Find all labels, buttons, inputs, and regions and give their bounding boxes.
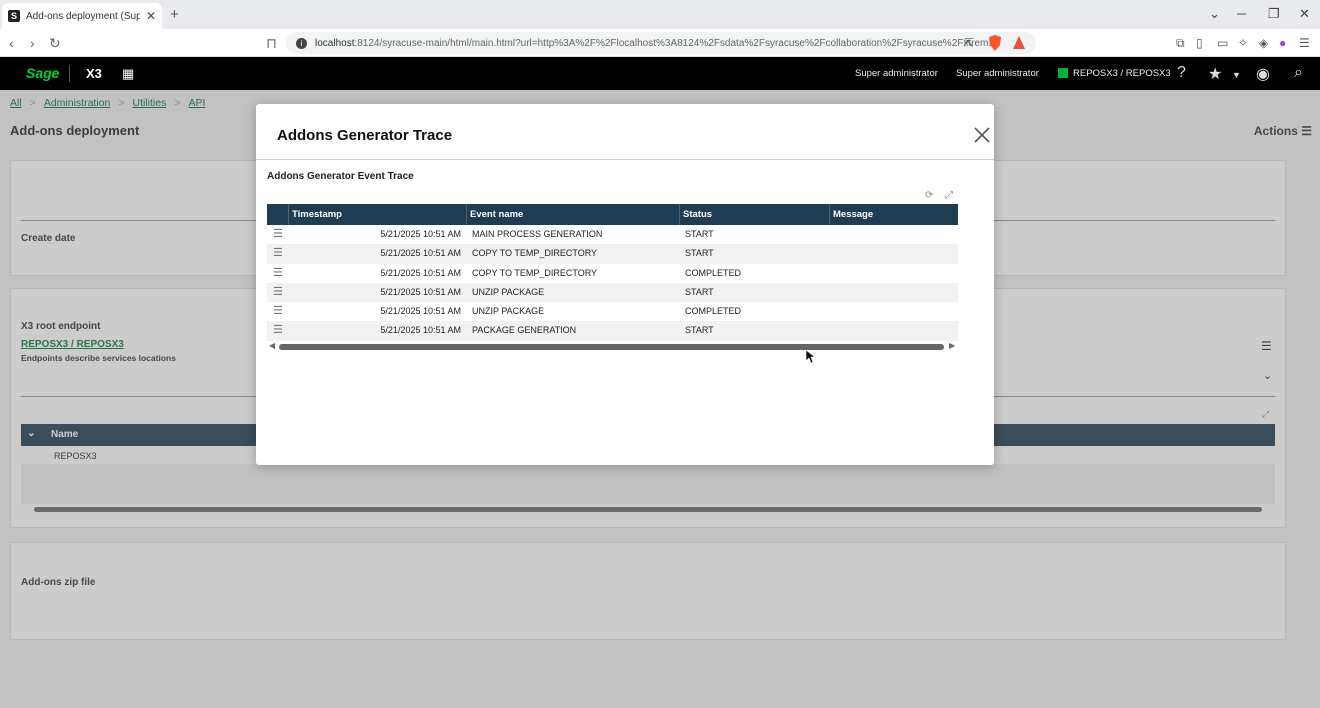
row-menu-icon[interactable]: ☰: [273, 264, 285, 283]
row-menu-icon[interactable]: ☰: [273, 321, 285, 340]
url-host: localhost: [315, 37, 355, 49]
reload-icon[interactable]: ↻: [49, 35, 61, 52]
leo-ai-icon[interactable]: ✧: [1238, 36, 1248, 50]
new-tab-icon[interactable]: +: [170, 6, 179, 23]
scroll-left-icon[interactable]: ◀: [269, 341, 275, 350]
table-row[interactable]: ☰ 5/21/2025 10:51 AM MAIN PROCESS GENERA…: [267, 225, 958, 245]
dialog-title: Addons Generator Trace: [277, 127, 453, 144]
user-role[interactable]: Super administrator: [855, 68, 938, 79]
cell-status: START: [685, 325, 714, 336]
help-icon[interactable]: ?: [1177, 64, 1186, 82]
cell-timestamp: 5/21/2025 10:51 AM: [380, 286, 461, 297]
close-tab-icon[interactable]: ✕: [146, 9, 156, 23]
horizontal-scrollbar[interactable]: ◀ ▶: [267, 341, 958, 352]
app-header: Sage X3 ▦ Super administrator Super admi…: [0, 57, 1320, 90]
col-message[interactable]: Message: [829, 204, 958, 225]
url-field[interactable]: i localhost:8124/syracuse-main/html/main…: [286, 32, 1036, 54]
share-icon[interactable]: ⇱: [964, 36, 974, 50]
cell-event: MAIN PROCESS GENERATION: [472, 229, 603, 239]
browser-tab-bar: S Add-ons deployment (Super admi ✕ + ⌄ ─…: [0, 0, 1320, 29]
browser-tab[interactable]: S Add-ons deployment (Super admi ✕: [2, 3, 162, 29]
table-row[interactable]: ☰ 5/21/2025 10:51 AM UNZIP PACKAGE START: [267, 282, 958, 303]
search-icon[interactable]: ⌕: [1294, 64, 1303, 82]
brave-shield-icon[interactable]: [988, 35, 1002, 51]
cell-status: COMPLETED: [685, 306, 742, 317]
table-row[interactable]: ☰ 5/21/2025 10:51 AM COPY TO TEMP_DIRECT…: [267, 263, 958, 283]
restore-icon[interactable]: ❐: [1268, 6, 1280, 22]
site-info-icon[interactable]: i: [296, 37, 307, 49]
header-divider: [69, 65, 70, 82]
tab-title: Add-ons deployment (Super admi: [26, 10, 140, 22]
address-bar-row: ‹ › ↻ ⊓ i localhost:8124/syracuse-main/h…: [0, 29, 1320, 57]
calendar-icon[interactable]: ▦: [122, 66, 134, 82]
dialog-subtitle: Addons Generator Event Trace: [267, 171, 414, 182]
wallet-icon[interactable]: ▭: [1217, 36, 1228, 50]
row-menu-icon[interactable]: ☰: [273, 225, 285, 244]
cell-event: COPY TO TEMP_DIRECTORY: [472, 267, 598, 278]
trace-table: Timestamp Event name Status Message ☰ 5/…: [267, 204, 958, 341]
refresh-icon[interactable]: ⟳: [925, 190, 933, 201]
col-status[interactable]: Status: [679, 204, 829, 225]
cell-event: UNZIP PACKAGE: [472, 306, 545, 317]
sage-logo[interactable]: Sage: [26, 65, 59, 81]
dialog-divider: [256, 159, 994, 160]
cell-timestamp: 5/21/2025 10:51 AM: [380, 306, 461, 317]
row-menu-icon[interactable]: ☰: [273, 302, 285, 321]
scrollbar-thumb[interactable]: [279, 344, 944, 350]
product-name[interactable]: X3: [86, 66, 102, 81]
table-row[interactable]: ☰ 5/21/2025 10:51 AM COPY TO TEMP_DIRECT…: [267, 244, 958, 264]
cell-timestamp: 5/21/2025 10:51 AM: [380, 248, 461, 259]
cell-status: START: [685, 286, 714, 297]
user-name[interactable]: Super administrator: [956, 68, 1039, 79]
expand-icon[interactable]: ⤢: [945, 190, 953, 201]
table-row[interactable]: ☰ 5/21/2025 10:51 AM UNZIP PACKAGE COMPL…: [267, 302, 958, 322]
scroll-right-icon[interactable]: ▶: [949, 341, 955, 350]
back-icon[interactable]: ‹: [9, 35, 14, 51]
close-window-icon[interactable]: ✕: [1299, 6, 1310, 22]
cell-timestamp: 5/21/2025 10:51 AM: [380, 325, 461, 336]
forward-icon[interactable]: ›: [30, 35, 35, 51]
cell-event: PACKAGE GENERATION: [472, 325, 577, 336]
cell-status: START: [685, 229, 714, 239]
profile-icon[interactable]: ●: [1279, 36, 1286, 50]
favorites-star-icon[interactable]: ★: [1208, 64, 1222, 84]
menu-icon[interactable]: ☰: [1299, 36, 1310, 50]
endpoint-color-icon: [1058, 68, 1068, 78]
cell-status: START: [685, 248, 714, 259]
vpn-icon[interactable]: ◈: [1259, 36, 1268, 50]
mouse-cursor-icon: [806, 350, 815, 364]
close-icon[interactable]: [973, 126, 991, 144]
trace-dialog: Addons Generator Trace Addons Generator …: [256, 104, 994, 465]
url-path: :8124/syracuse-main/html/main.html?url=h…: [354, 37, 997, 49]
sidebar-icon[interactable]: ▯: [1196, 36, 1203, 50]
col-timestamp[interactable]: Timestamp: [288, 204, 466, 225]
navigation-compass-icon[interactable]: ◉: [1256, 64, 1270, 84]
tab-list-icon[interactable]: ⌄: [1209, 6, 1220, 22]
brave-rewards-icon[interactable]: [1012, 35, 1026, 51]
minimize-icon[interactable]: ─: [1237, 6, 1246, 21]
cell-status: COMPLETED: [685, 267, 742, 278]
cell-event: COPY TO TEMP_DIRECTORY: [472, 248, 598, 259]
cell-event: UNZIP PACKAGE: [472, 286, 545, 297]
table-row[interactable]: ☰ 5/21/2025 10:51 AM PACKAGE GENERATION …: [267, 321, 958, 341]
row-menu-icon[interactable]: ☰: [273, 283, 285, 302]
extensions-icon[interactable]: ⧉: [1176, 36, 1185, 51]
cell-timestamp: 5/21/2025 10:51 AM: [380, 229, 461, 239]
sage-favicon-icon: S: [8, 10, 20, 22]
col-event-name[interactable]: Event name: [466, 204, 679, 225]
cell-timestamp: 5/21/2025 10:51 AM: [380, 267, 461, 278]
row-menu-icon[interactable]: ☰: [273, 244, 285, 263]
table-header: Timestamp Event name Status Message: [267, 204, 958, 225]
endpoint-selector[interactable]: REPOSX3 / REPOSX3: [1073, 68, 1171, 79]
header-selector-cell: [267, 204, 288, 225]
bookmark-icon[interactable]: ⊓: [266, 35, 277, 52]
chevron-down-icon[interactable]: ▼: [1232, 70, 1241, 80]
